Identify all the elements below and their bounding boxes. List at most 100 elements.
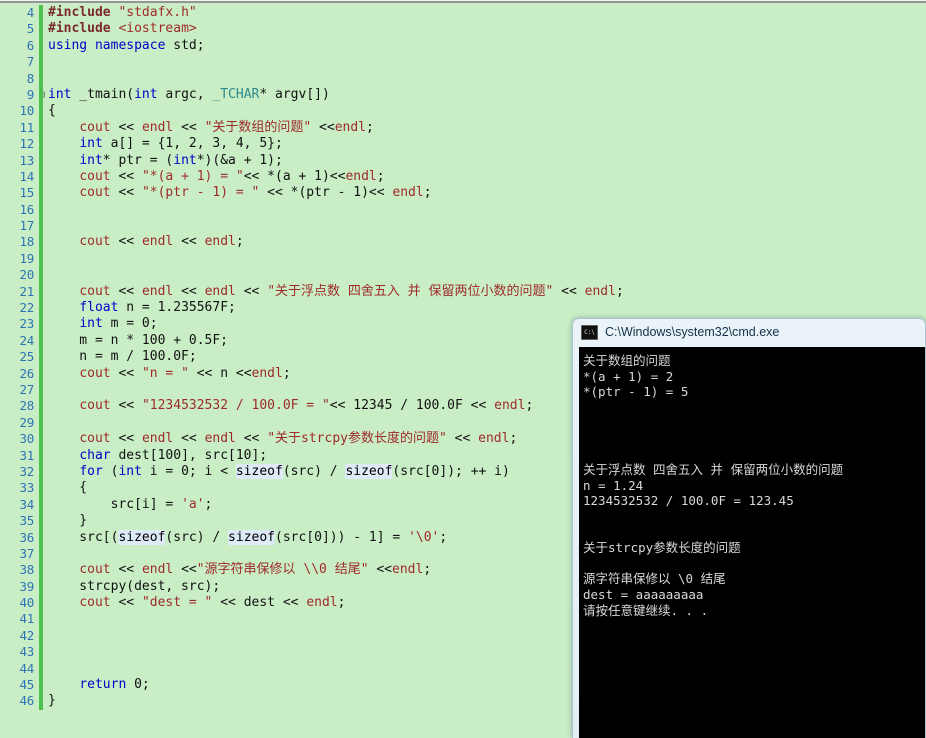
code-token: * ptr = ( bbox=[102, 152, 174, 168]
change-bar bbox=[39, 21, 43, 38]
code-token: ; bbox=[376, 168, 385, 184]
change-bar bbox=[39, 234, 43, 251]
line-number: 31 bbox=[19, 447, 35, 463]
code-token: ; bbox=[439, 529, 448, 545]
change-bar bbox=[39, 267, 43, 284]
change-bar bbox=[39, 677, 43, 694]
change-bar bbox=[39, 250, 43, 268]
code-token: _tmain( bbox=[71, 86, 135, 102]
code-line[interactable]: 10 { bbox=[0, 103, 926, 120]
line-number: 36 bbox=[19, 529, 35, 545]
code-token: endl bbox=[392, 562, 424, 578]
change-bar bbox=[39, 381, 43, 399]
code-token: "关于数组的问题" bbox=[204, 119, 312, 135]
code-token: _TCHAR bbox=[212, 86, 260, 102]
code-token: <iostream> bbox=[118, 21, 197, 37]
change-bar bbox=[39, 611, 43, 628]
change-bar bbox=[39, 627, 43, 645]
code-token: '\0' bbox=[408, 529, 440, 545]
change-bar bbox=[39, 644, 43, 661]
console-titlebar[interactable]: C:\ C:\Windows\system32\cmd.exe bbox=[573, 319, 925, 345]
change-bar bbox=[39, 562, 43, 579]
console-window[interactable]: C:\ C:\Windows\system32\cmd.exe 关于数组的问题 *… bbox=[572, 318, 926, 738]
code-token: << bbox=[553, 283, 585, 299]
code-line[interactable]: 11 cout << endl << "关于数组的问题" <<endl; bbox=[0, 119, 926, 137]
code-token: << bbox=[110, 365, 142, 381]
code-line[interactable]: 12 int a[] = {1, 2, 3, 4, 5}; bbox=[0, 136, 926, 153]
console-output-line: 关于数组的问题 bbox=[583, 353, 671, 368]
code-token: "n = " bbox=[141, 365, 189, 381]
cmd-icon: C:\ bbox=[581, 324, 598, 340]
code-line[interactable]: 17 bbox=[0, 218, 926, 235]
line-number: 10 bbox=[19, 103, 35, 119]
code-line[interactable]: 7 bbox=[0, 54, 926, 71]
line-number: 15 bbox=[19, 185, 35, 201]
code-line[interactable]: 18 cout << endl << endl; bbox=[0, 234, 926, 251]
code-token: sizeof bbox=[235, 463, 283, 479]
code-token: sizeof bbox=[228, 529, 276, 545]
code-line-text: cout << endl << endl; bbox=[48, 234, 244, 250]
code-line[interactable]: 15 cout << "*(ptr - 1) = " << *(ptr - 1)… bbox=[0, 185, 926, 202]
code-token: << *(ptr - 1)<< bbox=[259, 185, 393, 201]
line-number: 42 bbox=[19, 627, 35, 643]
line-number: 20 bbox=[19, 267, 35, 283]
code-line[interactable]: 4 #include "stdafx.h" bbox=[0, 5, 926, 22]
code-line[interactable]: 14 cout << "*(a + 1) = "<< *(a + 1)<<end… bbox=[0, 168, 926, 186]
change-bar bbox=[39, 545, 43, 563]
code-token: dest[100], src[10]; bbox=[110, 447, 268, 463]
code-token: char bbox=[79, 447, 111, 463]
line-number: 14 bbox=[19, 168, 35, 184]
line-number: 4 bbox=[26, 5, 35, 20]
code-line[interactable]: 6 using namespace std; bbox=[0, 37, 926, 55]
line-number: 44 bbox=[19, 660, 35, 676]
code-line-text: #include "stdafx.h" bbox=[48, 5, 197, 21]
code-line[interactable]: 8 bbox=[0, 70, 926, 87]
code-token: 0; bbox=[126, 677, 150, 693]
code-token: endl bbox=[141, 562, 174, 578]
code-token: "关于浮点数 四舍五入 并 保留两位小数的问题" bbox=[267, 283, 554, 299]
code-token: } bbox=[48, 693, 56, 709]
code-line[interactable]: 20 bbox=[0, 267, 926, 284]
code-line-text: n = m / 100.0F; bbox=[48, 349, 196, 365]
change-bar bbox=[39, 316, 43, 333]
line-number: 8 bbox=[26, 70, 35, 86]
change-bar bbox=[39, 414, 43, 432]
console-output-area[interactable]: 关于数组的问题 *(a + 1) = 2 *(ptr - 1) = 5 关于浮点数 四… bbox=[579, 347, 925, 738]
code-line[interactable]: 9⊟int _tmain(int argc, _TCHAR* argv[]) bbox=[0, 86, 926, 104]
code-token: argc, bbox=[157, 86, 213, 102]
code-line[interactable]: 13 int* ptr = (int*)(&a + 1); bbox=[0, 152, 926, 169]
change-bar bbox=[39, 595, 43, 612]
change-bar bbox=[39, 70, 43, 87]
code-token: ; bbox=[337, 595, 346, 611]
code-token: endl bbox=[494, 398, 526, 414]
line-number: 43 bbox=[19, 644, 35, 660]
console-output-line: 请按任意键继续. . . bbox=[583, 602, 709, 618]
code-token: cout bbox=[79, 398, 111, 414]
code-token: "stdafx.h" bbox=[118, 5, 197, 20]
code-line[interactable]: 22 float n = 1.235567F; bbox=[0, 300, 926, 317]
code-line-text: cout << "dest = " << dest << endl; bbox=[48, 595, 345, 611]
code-token: << bbox=[110, 398, 142, 414]
code-line[interactable]: 21 cout << endl << endl << "关于浮点数 四舍五入 并… bbox=[0, 283, 926, 301]
change-bar bbox=[39, 332, 43, 350]
code-token: << n << bbox=[188, 365, 252, 381]
code-token: ; bbox=[423, 562, 432, 578]
code-line[interactable]: 5 #include <iostream> bbox=[0, 21, 926, 38]
code-line[interactable]: 19 bbox=[0, 250, 926, 268]
code-token: ; bbox=[235, 234, 244, 250]
code-line[interactable]: 16 bbox=[0, 201, 926, 219]
code-line-text: return 0; bbox=[48, 677, 150, 693]
change-bar bbox=[39, 103, 43, 120]
code-token: "1234532532 / 100.0F = " bbox=[141, 398, 330, 414]
code-token: cout bbox=[79, 168, 111, 184]
code-token: endl bbox=[204, 283, 236, 299]
code-token: m = 0; bbox=[102, 316, 158, 332]
code-line-text: int* ptr = (int*)(&a + 1); bbox=[48, 153, 283, 169]
line-number: 41 bbox=[19, 611, 35, 627]
code-token: endl bbox=[251, 365, 283, 381]
